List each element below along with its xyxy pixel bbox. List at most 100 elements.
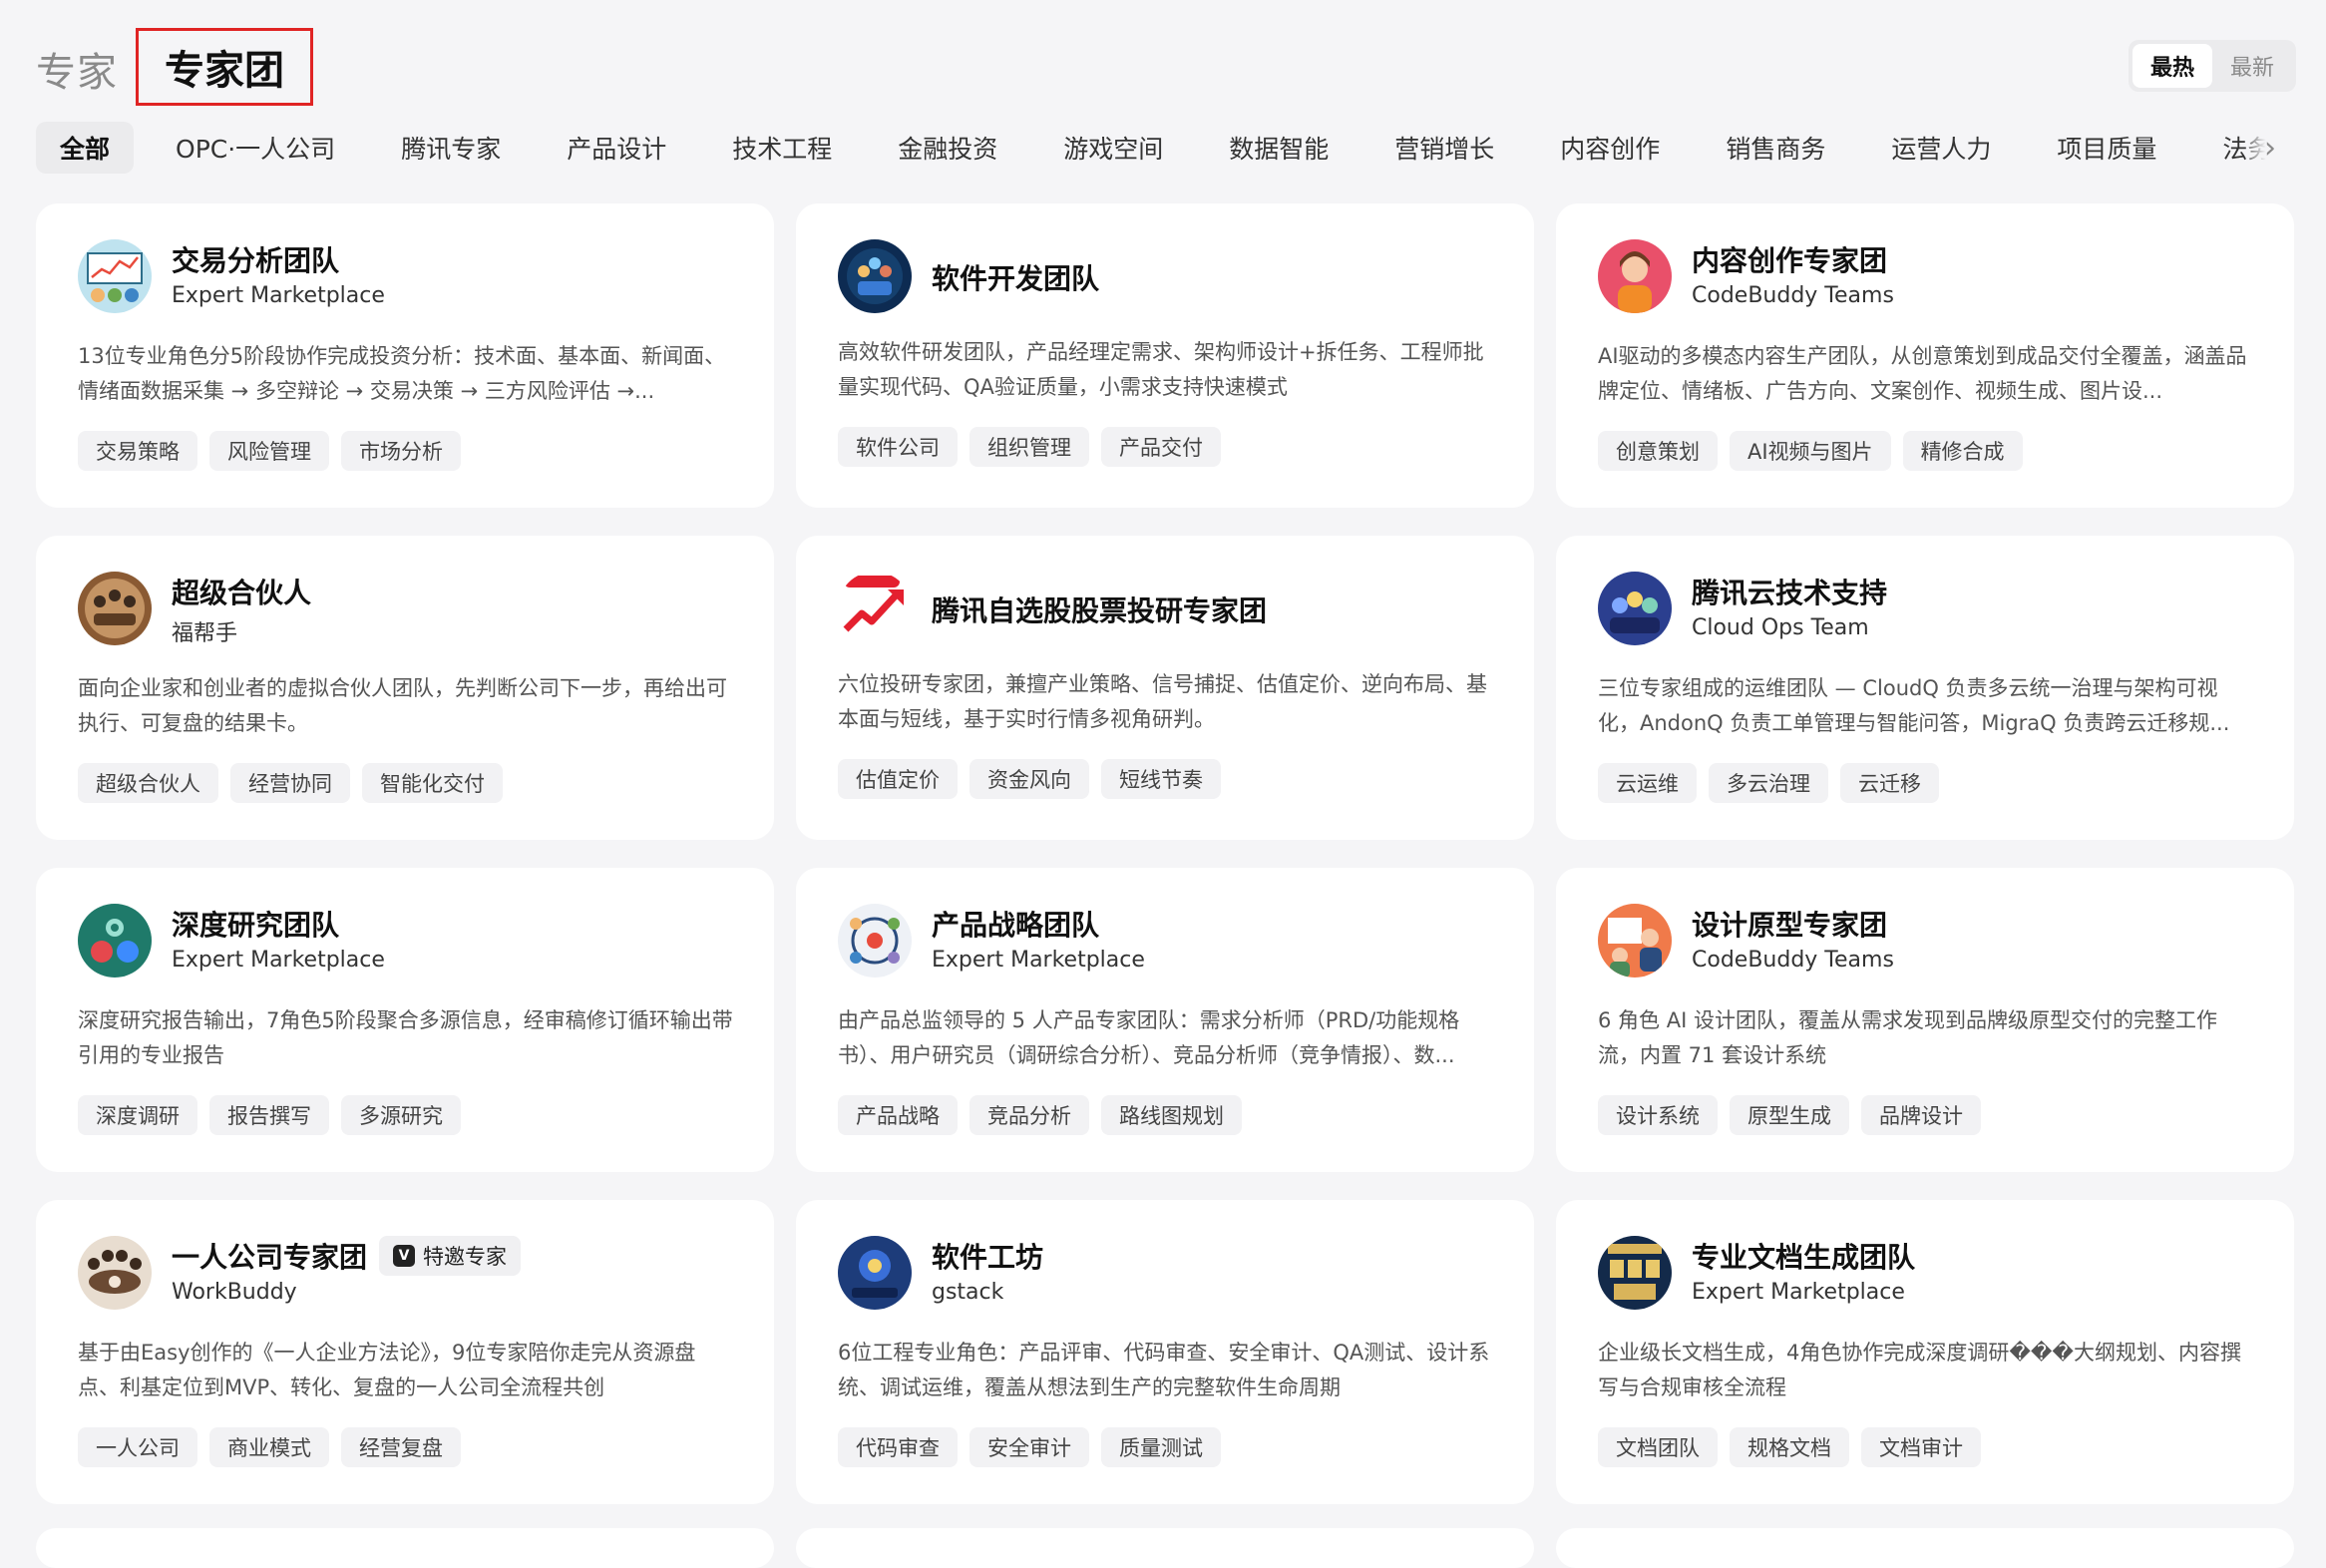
tag[interactable]: 安全审计 [969, 1427, 1089, 1467]
team-avatar [838, 1236, 912, 1310]
tag[interactable]: 商业模式 [209, 1427, 329, 1467]
tag[interactable]: 软件公司 [838, 427, 958, 467]
tag[interactable]: 多云治理 [1709, 763, 1828, 803]
team-card-partial[interactable] [796, 1528, 1534, 1568]
chevron-right-icon[interactable]: › [2248, 124, 2292, 172]
category-tab[interactable]: 产品设计 [543, 122, 690, 174]
sort-new-button[interactable]: 最新 [2212, 44, 2292, 88]
team-avatar [78, 572, 152, 645]
team-subtitle: Expert Marketplace [932, 948, 1145, 973]
team-card[interactable]: 深度研究团队 Expert Marketplace 深度研究报告输出，7角色5阶… [36, 868, 774, 1172]
team-card[interactable]: 设计原型专家团 CodeBuddy Teams 6 角色 AI 设计团队，覆盖从… [1556, 868, 2294, 1172]
category-tab[interactable]: 运营人力 [1867, 122, 2015, 174]
header: 专家 专家团 最热 最新 [36, 28, 2296, 118]
tag[interactable]: 估值定价 [838, 759, 958, 799]
tag[interactable]: 多源研究 [341, 1095, 461, 1135]
team-description: 基于由Easy创作的《一人企业方法论》，9位专家陪你走完从资源盘点、利基定位到M… [78, 1341, 696, 1399]
team-card[interactable]: 腾讯自选股股票投研专家团 六位投研专家团，兼擅产业策略、信号捕捉、估值定价、逆向… [796, 536, 1534, 840]
team-card[interactable]: 软件工坊 gstack 6位工程专业角色：产品评审、代码审查、安全审计、QA测试… [796, 1200, 1534, 1504]
team-card[interactable]: 软件开发团队 高效软件研发团队，产品经理定需求、架构师设计+拆任务、工程师批量实… [796, 203, 1534, 508]
team-card[interactable]: 专业文档生成团队 Expert Marketplace 企业级长文档生成，4角色… [1556, 1200, 2294, 1504]
tag[interactable]: 交易策略 [78, 431, 197, 471]
team-description: 6位工程专业角色：产品评审、代码审查、安全审计、QA测试、设计系统、调试运维，覆… [838, 1341, 1490, 1399]
team-card-partial[interactable] [1556, 1528, 2294, 1568]
team-card-partial[interactable] [36, 1528, 774, 1568]
tag[interactable]: 经营复盘 [341, 1427, 461, 1467]
team-avatar [1598, 904, 1672, 978]
team-title: 设计原型专家团 [1692, 909, 1888, 942]
tag[interactable]: 短线节奏 [1101, 759, 1221, 799]
tab-expert-team[interactable]: 专家团 [136, 28, 313, 106]
tag[interactable]: 一人公司 [78, 1427, 197, 1467]
category-tab[interactable]: 游戏空间 [1039, 122, 1187, 174]
tag-list: 云运维 多云治理 云迁移 [1598, 763, 1951, 803]
tag[interactable]: 云迁移 [1840, 763, 1939, 803]
team-card[interactable]: 内容创作专家团 CodeBuddy Teams AI驱动的多模态内容生产团队，从… [1556, 203, 2294, 508]
tag[interactable]: 报告撰写 [209, 1095, 329, 1135]
tag[interactable]: 文档团队 [1598, 1427, 1718, 1467]
category-tab[interactable]: 全部 [36, 122, 135, 174]
tag-list: 文档团队 规格文档 文档审计 [1598, 1427, 1993, 1467]
tag-list: 交易策略 风险管理 市场分析 [78, 431, 473, 471]
team-description: 高效软件研发团队，产品经理定需求、架构师设计+拆任务、工程师批量实现代码、QA验… [838, 340, 1484, 399]
team-subtitle: WorkBuddy [172, 1280, 297, 1305]
team-description: 六位投研专家团，兼擅产业策略、信号捕捉、估值定价、逆向布局、基本面与短线，基于实… [838, 672, 1487, 731]
category-tab[interactable]: 技术工程 [708, 122, 856, 174]
team-description: 由产品总监领导的 5 人产品专家团队：需求分析师（PRD/功能规格书）、用户研究… [838, 1008, 1460, 1067]
team-avatar [78, 239, 152, 313]
tag[interactable]: 风险管理 [209, 431, 329, 471]
team-subtitle: Expert Marketplace [1692, 1280, 1905, 1305]
team-card[interactable]: 交易分析团队 Expert Marketplace 13位专业角色分5阶段协作完… [36, 203, 774, 508]
tag[interactable]: 深度调研 [78, 1095, 197, 1135]
category-tab[interactable]: 营销增长 [1370, 122, 1518, 174]
tag[interactable]: 精修合成 [1902, 431, 2023, 471]
tag[interactable]: 超级合伙人 [78, 763, 218, 803]
tag[interactable]: 代码审查 [838, 1427, 958, 1467]
team-subtitle: CodeBuddy Teams [1692, 948, 1894, 973]
category-tab[interactable]: 销售商务 [1702, 122, 1849, 174]
tag[interactable]: AI视频与图片 [1730, 431, 1891, 471]
tab-expert[interactable]: 专家 [36, 40, 118, 98]
tag[interactable]: 路线图规划 [1101, 1095, 1242, 1135]
category-tab[interactable]: 项目质量 [2033, 122, 2180, 174]
team-subtitle: Cloud Ops Team [1692, 615, 1869, 640]
tag[interactable]: 智能化交付 [362, 763, 503, 803]
tag-list: 深度调研 报告撰写 多源研究 [78, 1095, 473, 1135]
tag-list: 产品战略 竞品分析 路线图规划 [838, 1095, 1254, 1135]
team-subtitle: Expert Marketplace [172, 948, 385, 973]
tag[interactable]: 经营协同 [230, 763, 350, 803]
team-title: 超级合伙人 [172, 577, 312, 609]
tag[interactable]: 创意策划 [1598, 431, 1718, 471]
team-subtitle: CodeBuddy Teams [1692, 283, 1894, 308]
tag[interactable]: 原型生成 [1730, 1095, 1849, 1135]
tag[interactable]: 资金风向 [969, 759, 1089, 799]
team-avatar [1598, 1236, 1672, 1310]
category-tab[interactable]: 内容创作 [1536, 122, 1684, 174]
tag[interactable]: 云运维 [1598, 763, 1697, 803]
category-tab[interactable]: 数据智能 [1205, 122, 1353, 174]
team-card[interactable]: 产品战略团队 Expert Marketplace 由产品总监领导的 5 人产品… [796, 868, 1534, 1172]
sort-hot-button[interactable]: 最热 [2132, 44, 2212, 88]
tag[interactable]: 规格文档 [1730, 1427, 1849, 1467]
tag[interactable]: 文档审计 [1861, 1427, 1981, 1467]
tag[interactable]: 产品交付 [1101, 427, 1221, 467]
team-description: 13位专业角色分5阶段协作完成投资分析：技术面、基本面、新闻面、情绪面数据采集 … [78, 344, 726, 403]
tag[interactable]: 品牌设计 [1861, 1095, 1981, 1135]
team-description: 6 角色 AI 设计团队，覆盖从需求发现到品牌级原型交付的完整工作流，内置 71… [1598, 1008, 2217, 1067]
verified-icon: V [393, 1245, 416, 1267]
category-tab[interactable]: OPC·一人公司 [152, 122, 359, 174]
category-tab[interactable]: 腾讯专家 [377, 122, 525, 174]
team-card[interactable]: 腾讯云技术支持 Cloud Ops Team 三位专家组成的运维团队 — Clo… [1556, 536, 2294, 840]
tag[interactable]: 竞品分析 [969, 1095, 1089, 1135]
tag[interactable]: 组织管理 [969, 427, 1089, 467]
team-card[interactable]: 超级合伙人 福帮手 面向企业家和创业者的虚拟合伙人团队，先判断公司下一步，再给出… [36, 536, 774, 840]
tag[interactable]: 质量测试 [1101, 1427, 1221, 1467]
category-tab[interactable]: 金融投资 [874, 122, 1021, 174]
tag[interactable]: 设计系统 [1598, 1095, 1718, 1135]
team-avatar [78, 1236, 152, 1310]
tencent-logo-icon [838, 572, 912, 645]
team-avatar [1598, 239, 1672, 313]
team-card[interactable]: 一人公司专家团 V 特邀专家 WorkBuddy 基于由Easy创作的《一人企业方… [36, 1200, 774, 1504]
tag[interactable]: 市场分析 [341, 431, 461, 471]
tag[interactable]: 产品战略 [838, 1095, 958, 1135]
